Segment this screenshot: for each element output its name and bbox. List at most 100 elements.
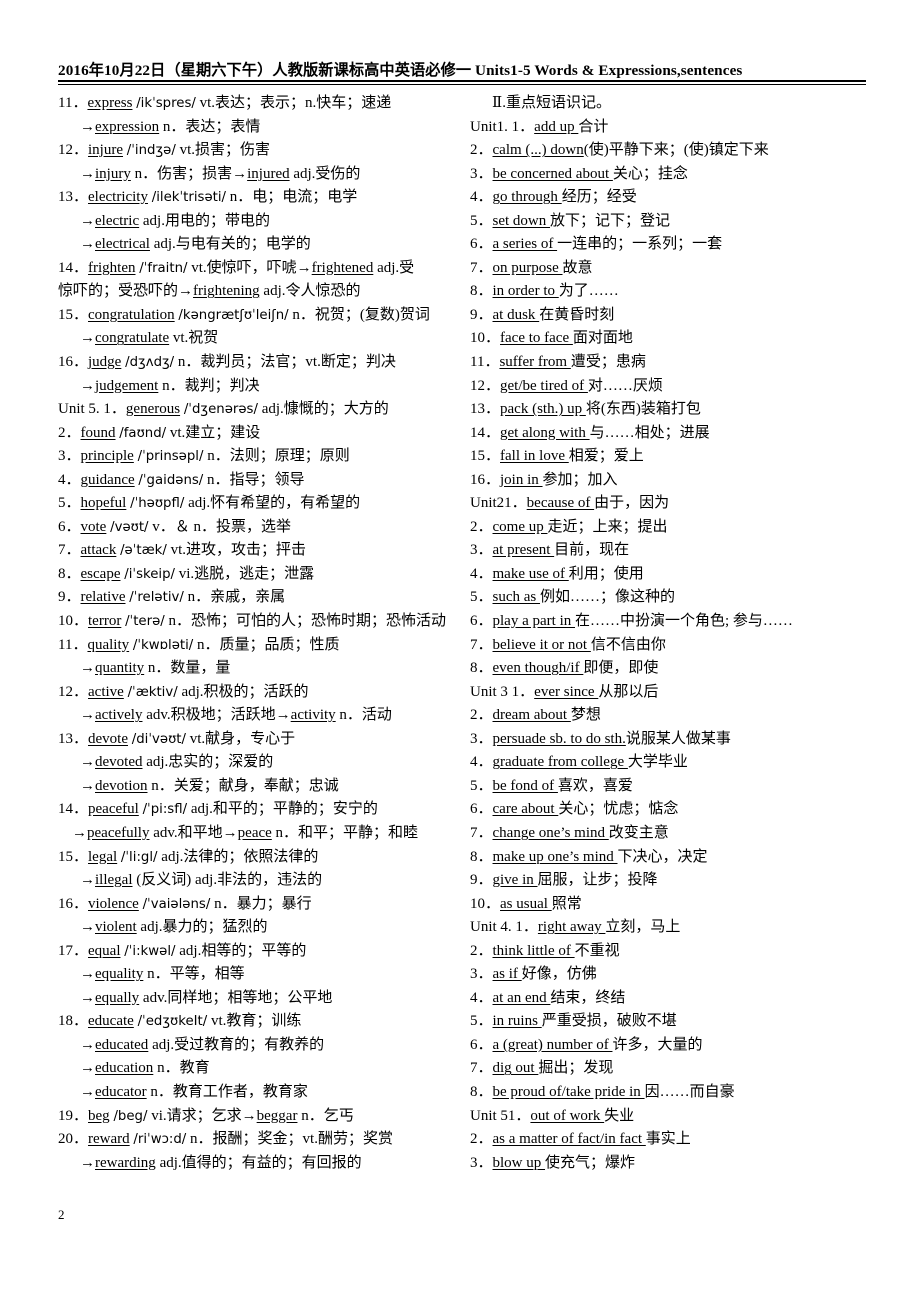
phonetic-transcription: /ikˈspres/	[136, 96, 196, 111]
term-underlined: reward	[88, 1131, 130, 1148]
phonetic-transcription: /ˈedʒʊkeIt/	[137, 1014, 208, 1030]
term-underlined: peace	[237, 824, 272, 841]
term-underlined: come up	[492, 518, 548, 535]
page-header-title: 2016年10月22日（星期六下午）人教版新课标高中英语必修一 Units1-5…	[58, 62, 743, 79]
term-underlined: principle	[80, 448, 134, 465]
left-entry-line: 10．terror /ˈterə/ n．恐怖；可怕的人；恐怖时期；恐怖活动	[58, 613, 447, 630]
left-entry-line: 15．legal /ˈli:gl/ adj.法律的；依照法律的	[58, 848, 319, 865]
right-entry-line: 8．in order to 为了……	[470, 283, 619, 300]
term-underlined: a series of	[492, 236, 558, 253]
right-entry-line: Unit21．because of 由于，因为	[470, 495, 670, 512]
term-underlined: face to face	[500, 330, 573, 347]
term-underlined: actively	[95, 707, 143, 724]
term-underlined: activity	[290, 707, 336, 724]
term-underlined: make use of	[492, 565, 569, 582]
term-underlined: right away	[537, 919, 606, 936]
right-entry-line: 7．believe it or not 信不信由你	[470, 636, 666, 653]
left-entry-line: 12．active /ˈæktiv/ adj.积极的；活跃的	[58, 683, 309, 700]
phonetic-transcription: /dʒʌdʒ/	[125, 355, 175, 371]
left-entry-line: →actively adv.积极地；活跃地→activity n．活动	[80, 707, 392, 724]
right-entry-line: 11．suffer from 遭受；患病	[470, 354, 646, 371]
left-entry-line: 惊吓的；受恐吓的→frightening adj.令人惊恐的	[58, 283, 361, 300]
term-underlined: out of work	[530, 1107, 605, 1124]
term-underlined: expression	[95, 118, 160, 135]
term-underlined: such as	[492, 589, 541, 606]
right-entry-line: 10．face to face 面对面地	[470, 330, 633, 347]
term-underlined: educated	[95, 1036, 149, 1053]
term-underlined: violence	[88, 895, 139, 912]
term-underlined: quality	[87, 636, 130, 653]
term-underlined: at dusk	[492, 306, 540, 323]
left-entry-line: →injury n．伤害；损害→injured adj.受伤的	[80, 165, 361, 182]
right-entry-line: 8．be proud of/take pride in 因……而自豪	[470, 1083, 735, 1100]
phonetic-transcription: /ˈgaidəns/	[138, 472, 204, 488]
term-underlined: legal	[88, 848, 118, 865]
left-entry-line: 8．escape /iˈskeip/ vi.逃脱，逃走；泄露	[58, 565, 315, 582]
phonetic-transcription: /ˈkwɒləti/	[132, 637, 194, 653]
term-underlined: get along with	[500, 424, 590, 441]
term-underlined: at an end	[492, 989, 551, 1006]
right-entry-line: 6．play a part in 在……中扮演一个角色; 参与……	[470, 613, 793, 630]
term-underlined: judge	[88, 354, 122, 371]
right-entry-line: 7．dig out 掘出；发现	[470, 1060, 614, 1077]
left-entry-line: →equality n．平等，相等	[80, 966, 245, 983]
left-entry-line: 14．frighten /ˈfraitn/ vt.使惊吓，吓唬→frighten…	[58, 259, 415, 276]
term-underlined: in ruins	[492, 1013, 542, 1030]
phonetic-transcription: /ˈprinsəpl/	[137, 449, 204, 465]
right-entry-line: Unit 4. 1．right away 立刻，马上	[470, 919, 681, 936]
phonetic-transcription: /ˈpi:sfl/	[142, 802, 188, 818]
right-entry-line: 2．come up 走近；上来；提出	[470, 518, 668, 535]
document-page: 2016年10月22日（星期六下午）人教版新课标高中英语必修一 Units1-5…	[0, 0, 920, 1302]
left-entry-line: 19．beg /beg/ vi.请求；乞求→beggar n．乞丐	[58, 1107, 354, 1124]
term-underlined: beg	[88, 1107, 110, 1124]
term-underlined: quantity	[95, 660, 145, 677]
term-underlined: violent	[95, 919, 137, 936]
term-underlined: electricity	[88, 189, 148, 206]
term-underlined: graduate from college	[492, 754, 628, 771]
term-underlined: pack (sth.) up	[500, 401, 586, 418]
term-underlined: congratulation	[88, 306, 175, 323]
term-underlined: set down	[492, 212, 551, 229]
left-entry-line: Unit 5. 1．generous /ˈdʒenərəs/ adj.慷慨的；大…	[58, 401, 389, 418]
right-entry-line: 5．such as 例如……；像这种的	[470, 589, 676, 606]
right-entry-line: Unit 3 1．ever since 从那以后	[470, 683, 659, 700]
right-entry-line: 12．get/be tired of 对……厌烦	[470, 377, 663, 394]
term-underlined: dream about	[492, 707, 571, 724]
right-entry-line: Ⅱ.重点短语识记。	[492, 95, 611, 111]
term-underlined: add up	[534, 118, 579, 135]
left-entry-line: 11．express /ikˈspres/ vt.表达；表示；n.快车；速递	[58, 95, 392, 111]
left-entry-line: 7．attack /əˈtæk/ vt.进攻，攻击；抨击	[58, 542, 307, 559]
phonetic-transcription: /ˈi:kwəl/	[124, 943, 176, 959]
phonetic-transcription: /ˈfraitn/	[139, 260, 188, 276]
term-underlined: electrical	[95, 236, 150, 253]
phonetic-transcription: /iˈskeip/	[124, 566, 176, 582]
header-rule-top	[58, 80, 866, 82]
term-underlined: active	[88, 683, 124, 700]
term-underlined: injury	[95, 165, 131, 182]
header-rule-bottom	[58, 84, 866, 85]
left-entry-line: →violent adj.暴力的；猛烈的	[80, 919, 268, 936]
right-entry-line: 13．pack (sth.) up 将(东西)装箱打包	[470, 401, 701, 418]
left-entry-line: →educator n．教育工作者，教育家	[80, 1083, 308, 1100]
term-underlined: education	[95, 1060, 154, 1077]
term-underlined: escape	[80, 565, 121, 582]
term-underlined: educate	[88, 1013, 134, 1030]
right-entry-line: 4．go through 经历；经受	[470, 189, 637, 206]
right-entry-line: 10．as usual 照常	[470, 895, 582, 912]
left-entry-line: 16．judge /dʒʌdʒ/ n．裁判员；法官；vt.断定；判决	[58, 354, 396, 371]
right-entry-line: 3．persuade sb. to do sth.说服某人做某事	[470, 730, 731, 747]
right-column: Ⅱ.重点短语识记。 Unit1. 1．add up 合计 2．calm (...) …	[470, 92, 868, 1175]
right-entry-line: 2．dream about 梦想	[470, 707, 601, 724]
term-underlined: go through	[492, 189, 562, 206]
left-entry-line: →education n．教育	[80, 1060, 210, 1077]
term-underlined: persuade sb. to do sth.	[492, 730, 626, 747]
left-entry-line: 6．vote /vəʊt/ v．＆ n．投票，选举	[58, 518, 292, 535]
phonetic-transcription: /diˈvəʊt/	[131, 731, 186, 747]
left-entry-line: 9．relative /ˈrelətiv/ n．亲戚，亲属	[58, 589, 286, 606]
term-underlined: guidance	[80, 471, 135, 488]
left-entry-line: 4．guidance /ˈgaidəns/ n．指导；领导	[58, 471, 305, 488]
left-entry-line: →expression n．表达；表情	[80, 118, 261, 135]
left-entry-line: →devotion n．关爱；献身，奉献；忠诚	[80, 777, 339, 794]
term-underlined: on purpose	[492, 259, 563, 276]
right-entry-line: 3．be concerned about 关心；挂念	[470, 165, 688, 182]
